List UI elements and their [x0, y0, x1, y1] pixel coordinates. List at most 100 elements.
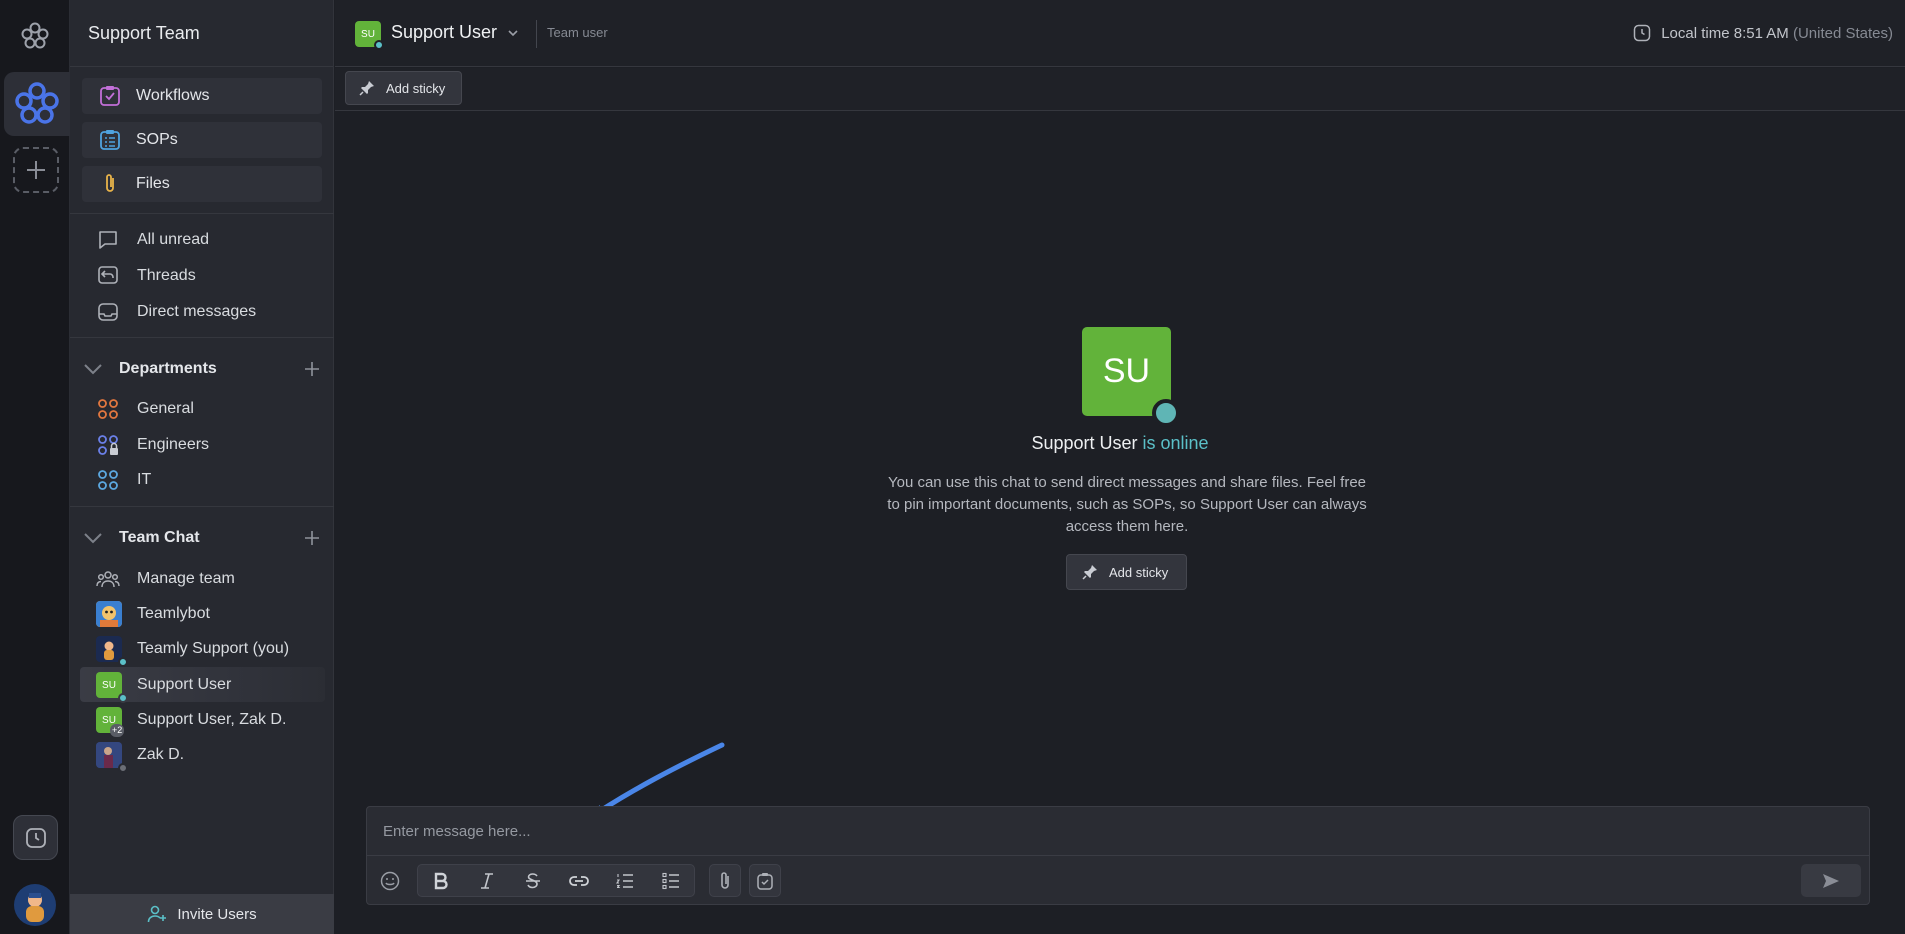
bot-avatar-icon — [96, 601, 122, 627]
emoji-icon — [380, 871, 400, 890]
formatting-toolbar — [417, 864, 695, 897]
link-button[interactable] — [556, 865, 602, 896]
workspace-support-team[interactable] — [4, 72, 70, 136]
inbox-icon — [98, 303, 118, 321]
add-sticky-button[interactable]: Add sticky — [345, 71, 463, 105]
sidebar-item-threads[interactable]: Threads — [70, 258, 334, 293]
section-departments[interactable]: Departments — [70, 354, 334, 384]
add-sticky-label: Add sticky — [1109, 564, 1169, 580]
sidebar-item-teamly-support[interactable]: Teamly Support (you) — [70, 631, 334, 667]
attach-icon — [721, 871, 729, 889]
sidebar-item-all-unread[interactable]: All unread — [70, 222, 334, 257]
app-logo-icon[interactable] — [20, 21, 50, 51]
sidebar-item-label: All unread — [137, 230, 210, 248]
sidebar-item-label: SOPs — [136, 131, 178, 148]
sidebar-item-files[interactable]: Files — [82, 166, 322, 202]
task-icon — [757, 872, 773, 890]
channel-icon — [98, 399, 118, 419]
sidebar-item-direct-messages[interactable]: Direct messages — [70, 294, 334, 329]
clock-icon — [1633, 24, 1651, 42]
sidebar-item-label: Teamlybot — [137, 604, 210, 622]
chat-title[interactable]: Support User — [391, 22, 497, 43]
italic-icon — [481, 872, 493, 889]
workspace-rail — [0, 0, 70, 934]
sidebar-item-label: Support User, Zak D. — [137, 710, 287, 728]
section-title: Departments — [119, 360, 217, 377]
chevron-down-icon[interactable] — [507, 27, 519, 39]
sidebar-item-label: General — [137, 399, 194, 417]
sidebar-item-label: Threads — [137, 266, 196, 284]
chat-bubble-icon — [99, 231, 117, 249]
add-sticky-center-button[interactable]: Add sticky — [1066, 554, 1188, 590]
sidebar-item-label: Direct messages — [137, 302, 257, 320]
attach-button[interactable] — [709, 864, 741, 897]
task-button[interactable] — [749, 864, 781, 897]
strikethrough-button[interactable] — [510, 865, 556, 896]
sidebar-item-manage-team[interactable]: Manage team — [70, 561, 334, 596]
divider — [70, 337, 334, 338]
paperclip-icon — [106, 174, 114, 192]
pin-icon — [359, 81, 374, 96]
local-time: Local time 8:51 AM (United States) — [1633, 24, 1893, 42]
link-icon — [569, 875, 589, 886]
add-user-icon — [148, 905, 167, 923]
sidebar-item-support-user[interactable]: SU Support User — [80, 667, 325, 703]
sidebar-item-it[interactable]: IT — [70, 462, 334, 497]
sidebar-item-label: Engineers — [137, 435, 210, 453]
sidebar-item-group-chat[interactable]: SU +2 Support User, Zak D. — [70, 702, 334, 737]
send-button[interactable] — [1801, 864, 1861, 897]
channel-lock-icon — [98, 435, 118, 455]
offline-status-icon — [118, 763, 128, 773]
sidebar-item-general[interactable]: General — [70, 391, 334, 426]
sidebar-item-label: Teamly Support (you) — [137, 639, 290, 657]
add-workspace-button[interactable] — [13, 147, 59, 193]
sidebar: Support Team Workflows SOPs Files All un… — [70, 0, 334, 934]
sidebar-item-label: Files — [136, 175, 170, 192]
sidebar-item-zak-d[interactable]: Zak D. — [70, 737, 334, 773]
user-role: Team user — [547, 25, 608, 40]
people-icon — [96, 571, 120, 588]
numbered-list-icon — [615, 873, 633, 888]
send-icon — [1823, 873, 1839, 888]
italic-button[interactable] — [464, 865, 510, 896]
section-team-chat[interactable]: Team Chat — [70, 523, 334, 553]
local-time-text: Local time 8:51 AM — [1661, 24, 1789, 42]
sop-icon — [100, 130, 120, 150]
invite-label: Invite Users — [177, 905, 257, 923]
history-button[interactable] — [13, 815, 58, 860]
sidebar-item-workflows[interactable]: Workflows — [82, 78, 322, 114]
numbered-list-button[interactable] — [602, 865, 648, 896]
chevron-down-icon[interactable] — [82, 361, 104, 377]
bullet-list-icon — [662, 872, 679, 889]
sidebar-item-sops[interactable]: SOPs — [82, 122, 322, 158]
add-chat-icon[interactable] — [304, 530, 320, 546]
member-count-badge: +2 — [110, 724, 125, 737]
sidebar-item-engineers[interactable]: Engineers — [70, 427, 334, 462]
section-title: Team Chat — [119, 529, 200, 546]
add-channel-icon[interactable] — [304, 361, 320, 377]
message-composer — [366, 806, 1870, 905]
local-time-region: (United States) — [1792, 24, 1893, 42]
online-status-icon — [374, 40, 384, 50]
divider — [70, 506, 334, 507]
profile-avatar[interactable] — [14, 884, 56, 926]
bot-avatar — [96, 601, 122, 627]
divider — [70, 213, 334, 214]
sidebar-item-teamlybot[interactable]: Teamlybot — [70, 596, 334, 631]
bold-button[interactable] — [418, 865, 464, 896]
online-status-text: Support User is online — [335, 433, 1905, 454]
invite-users-button[interactable]: Invite Users — [70, 894, 334, 934]
strikethrough-icon — [526, 872, 540, 888]
bullet-list-button[interactable] — [648, 865, 694, 896]
clock-icon — [25, 827, 46, 848]
bold-icon — [434, 872, 448, 889]
team-name[interactable]: Support Team — [70, 0, 333, 67]
online-status-icon — [118, 657, 128, 667]
sidebar-item-label: Manage team — [137, 569, 235, 587]
user-avatar-icon — [26, 893, 44, 922]
emoji-button[interactable] — [375, 864, 405, 897]
chevron-down-icon[interactable] — [82, 530, 104, 546]
workflow-icon — [100, 86, 120, 106]
message-input[interactable] — [367, 807, 1869, 856]
threads-icon — [98, 266, 118, 284]
